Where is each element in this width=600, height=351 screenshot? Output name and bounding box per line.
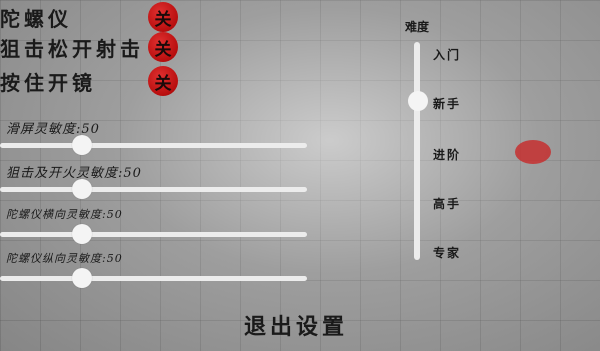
toggle-row-gyroscope: 陀螺仪 关 (0, 2, 178, 32)
difficulty-slider-track[interactable] (414, 42, 420, 260)
red-marker (515, 140, 551, 164)
difficulty-title: 难度 (405, 20, 430, 34)
difficulty-slider-thumb[interactable] (408, 91, 428, 111)
difficulty-level-advanced[interactable]: 进阶 (433, 146, 461, 163)
toggle-label: 狙击松开射击 (0, 36, 144, 61)
toggle-label: 陀螺仪 (0, 6, 72, 31)
toggle-row-hold-to-scope: 按住开镜 关 (0, 66, 178, 96)
slider-track[interactable] (0, 187, 307, 192)
difficulty-level-beginner[interactable]: 入门 (433, 46, 461, 63)
slider-thumb[interactable] (72, 135, 92, 155)
gyroscope-toggle-button[interactable]: 关 (148, 2, 178, 32)
toggle-row-sniper-release-fire: 狙击松开射击 关 (0, 32, 178, 62)
slider-label: 陀螺仪横向灵敏度:50 (6, 208, 123, 221)
slider-label: 狙击及开火灵敏度:50 (6, 166, 142, 181)
slider-thumb[interactable] (72, 179, 92, 199)
sniper-release-fire-toggle-button[interactable]: 关 (148, 32, 178, 62)
slider-track[interactable] (0, 143, 307, 148)
difficulty-level-novice[interactable]: 新手 (433, 95, 461, 112)
slider-thumb[interactable] (72, 268, 92, 288)
slider-track[interactable] (0, 276, 307, 281)
difficulty-level-expert[interactable]: 高手 (433, 195, 461, 212)
hold-to-scope-toggle-button[interactable]: 关 (148, 66, 178, 96)
slider-track[interactable] (0, 232, 307, 237)
slider-label: 陀螺仪纵向灵敏度:50 (6, 252, 123, 265)
slider-label: 滑屏灵敏度:50 (6, 122, 100, 137)
toggle-label: 按住开镜 (0, 70, 96, 95)
difficulty-level-master[interactable]: 专家 (433, 244, 461, 261)
exit-settings-button[interactable]: 退出设置 (244, 309, 348, 341)
slider-thumb[interactable] (72, 224, 92, 244)
